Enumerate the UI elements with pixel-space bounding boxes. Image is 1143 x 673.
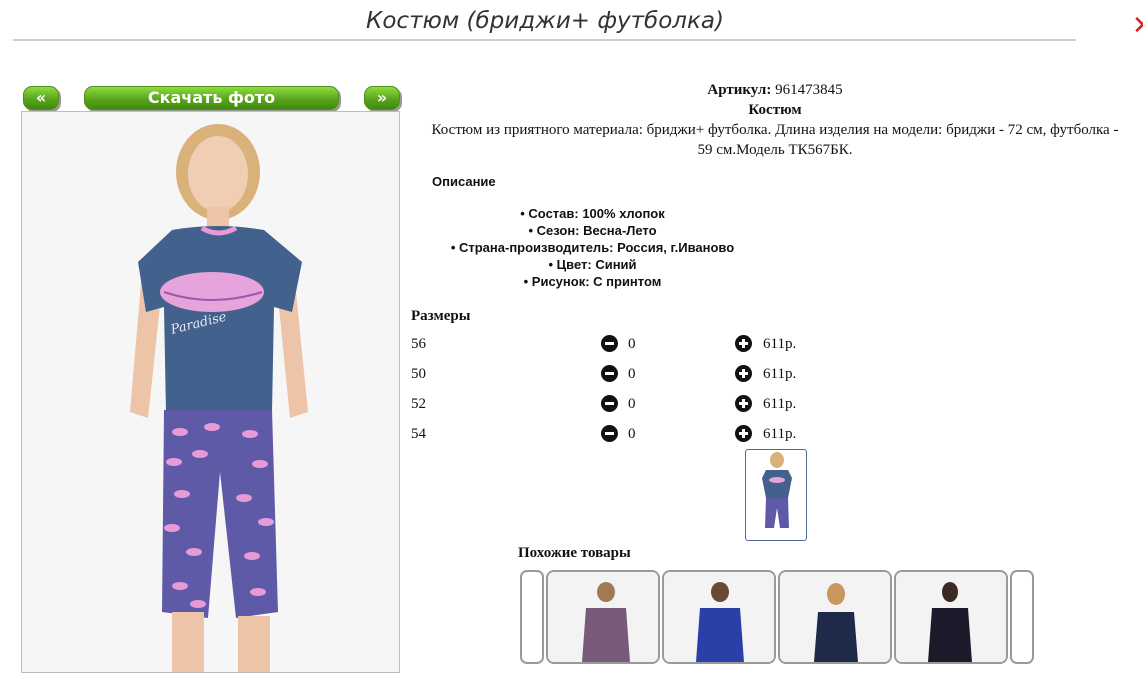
size-row: 54 0 611р.: [411, 423, 811, 445]
carousel-prev-button[interactable]: [520, 570, 544, 664]
size-row: 52 0 611р.: [411, 393, 811, 415]
quantity-value: 0: [628, 336, 636, 352]
plus-circle-icon[interactable]: [735, 365, 752, 382]
similar-products-title: Похожие товары: [518, 545, 631, 561]
thumbnail-illustration: [762, 452, 792, 528]
plus-circle-icon[interactable]: [735, 335, 752, 352]
size-row: 56 0 611р.: [411, 333, 811, 355]
quantity-value: 0: [628, 396, 636, 412]
similar-product-image: [548, 572, 658, 662]
minus-circle-icon[interactable]: [601, 395, 618, 412]
size-value: 56: [411, 336, 426, 352]
similar-product-image: [780, 572, 890, 662]
page-title: Костюм (бриджи+ футболка): [366, 8, 724, 34]
product-main-photo[interactable]: Paradise: [21, 111, 400, 673]
product-description-line-1: Костюм из приятного материала: бриджи+ ф…: [431, 122, 1119, 138]
title-divider: [13, 39, 1076, 41]
similar-product-card[interactable]: [778, 570, 892, 664]
similar-product-image: [664, 572, 774, 662]
price-value: 611р.: [763, 366, 797, 382]
price-value: 611р.: [763, 426, 797, 442]
similar-product-card[interactable]: [546, 570, 660, 664]
product-name: Костюм: [748, 102, 802, 118]
feature-list: • Состав: 100% хлопок • Сезон: Весна-Лет…: [410, 205, 775, 290]
feature-item: • Страна-производитель: Россия, г.Иванов…: [450, 240, 735, 255]
quantity-value: 0: [628, 426, 636, 442]
article-value: 961473845: [775, 82, 843, 98]
sizes-title: Размеры: [411, 308, 471, 324]
carousel-next-button[interactable]: [1010, 570, 1034, 664]
similar-product-card[interactable]: [662, 570, 776, 664]
next-photo-button[interactable]: »: [364, 86, 400, 110]
minus-circle-icon[interactable]: [601, 425, 618, 442]
description-title: Описание: [432, 174, 496, 189]
minus-circle-icon[interactable]: [601, 335, 618, 352]
article-label: Артикул:: [707, 82, 772, 98]
feature-item: • Состав: 100% хлопок: [520, 206, 665, 221]
close-icon[interactable]: ✕: [1132, 13, 1143, 39]
price-value: 611р.: [763, 396, 797, 412]
product-info: Артикул: 961473845 Костюм Костюм из прия…: [405, 80, 1143, 160]
size-row: 50 0 611р.: [411, 363, 811, 385]
similar-product-image: [896, 572, 1006, 662]
product-description-line-2: 59 см.Модель ТК567БК.: [697, 142, 853, 158]
prev-photo-button[interactable]: «: [23, 86, 59, 110]
plus-circle-icon[interactable]: [735, 395, 752, 412]
model-illustration: Paradise: [22, 112, 399, 672]
feature-item: • Сезон: Весна-Лето: [528, 223, 657, 238]
size-value: 54: [411, 426, 426, 442]
feature-item: • Цвет: Синий: [548, 257, 637, 272]
product-thumbnail[interactable]: [745, 449, 807, 541]
size-value: 50: [411, 366, 426, 382]
feature-item: • Рисунок: С принтом: [523, 274, 662, 289]
minus-circle-icon[interactable]: [601, 365, 618, 382]
price-value: 611р.: [763, 336, 797, 352]
quantity-value: 0: [628, 366, 636, 382]
plus-circle-icon[interactable]: [735, 425, 752, 442]
download-photo-button[interactable]: Скачать фото: [84, 86, 339, 110]
similar-product-card[interactable]: [894, 570, 1008, 664]
size-value: 52: [411, 396, 426, 412]
